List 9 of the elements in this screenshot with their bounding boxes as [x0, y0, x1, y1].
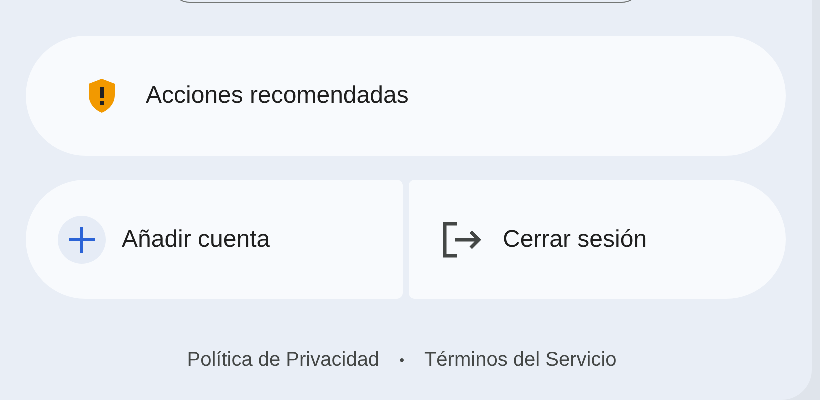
terms-of-service-link[interactable]: Términos del Servicio [424, 345, 617, 375]
sign-out-button[interactable]: Cerrar sesión [409, 180, 786, 299]
sign-out-icon [441, 222, 483, 258]
recommended-actions-button[interactable]: Acciones recomendadas [26, 36, 786, 156]
warning-shield-icon [88, 78, 116, 114]
plus-icon [58, 216, 106, 264]
privacy-policy-link[interactable]: Política de Privacidad [187, 345, 380, 375]
separator-dot: • [400, 350, 404, 370]
add-account-button[interactable]: Añadir cuenta [26, 180, 403, 299]
